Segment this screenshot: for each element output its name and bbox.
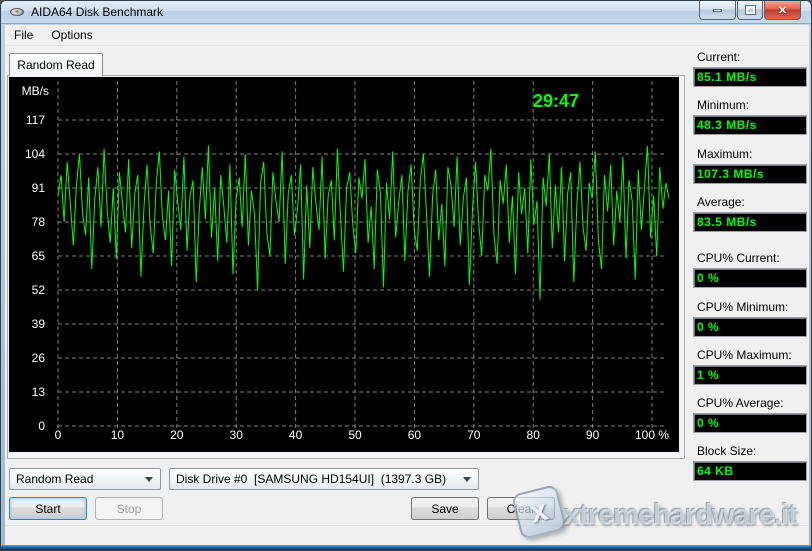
status-bar bbox=[5, 525, 809, 547]
stat-block-size-label: Block Size: bbox=[689, 444, 809, 460]
stat-cpu-maximum-value: 1 % bbox=[693, 365, 807, 385]
svg-text:117: 117 bbox=[26, 113, 45, 127]
svg-text:65: 65 bbox=[32, 249, 46, 263]
start-button[interactable]: Start bbox=[9, 497, 87, 520]
menu-options[interactable]: Options bbox=[42, 26, 101, 44]
stat-minimum-value: 48.3 MB/s bbox=[693, 115, 807, 135]
svg-text:70: 70 bbox=[467, 428, 481, 442]
window-title: AIDA64 Disk Benchmark bbox=[31, 5, 163, 19]
drive-select-value: Disk Drive #0 [SAMSUNG HD154UI] (1397.3 … bbox=[176, 472, 446, 486]
stat-current-label: Current: bbox=[689, 50, 809, 66]
title-bar[interactable]: AIDA64 Disk Benchmark ✕ bbox=[1, 1, 811, 24]
stat-cpu-minimum: CPU% Minimum: 0 % bbox=[689, 300, 809, 337]
stats-panel: Current: 85.1 MB/s Minimum: 48.3 MB/s Ma… bbox=[689, 46, 809, 506]
svg-text:104: 104 bbox=[25, 147, 45, 161]
menu-file[interactable]: File bbox=[5, 26, 42, 44]
minimize-button[interactable] bbox=[699, 1, 736, 20]
svg-text:20: 20 bbox=[170, 428, 184, 442]
close-icon: ✕ bbox=[778, 4, 787, 17]
disk-app-icon bbox=[9, 4, 25, 20]
svg-text:0: 0 bbox=[38, 419, 45, 433]
app-window: AIDA64 Disk Benchmark ✕ File Options Ran… bbox=[0, 0, 812, 551]
stat-current: Current: 85.1 MB/s bbox=[689, 50, 809, 87]
stat-cpu-minimum-label: CPU% Minimum: bbox=[689, 300, 809, 316]
stat-minimum: Minimum: 48.3 MB/s bbox=[689, 98, 809, 135]
svg-text:52: 52 bbox=[32, 283, 46, 297]
svg-text:80: 80 bbox=[527, 428, 541, 442]
window-bottom-border bbox=[1, 545, 811, 550]
stat-cpu-average-label: CPU% Average: bbox=[689, 396, 809, 412]
svg-text:78: 78 bbox=[32, 215, 46, 229]
stat-maximum-value: 107.3 MB/s bbox=[693, 164, 807, 184]
chart-canvas: MB/s 117 104 91 78 65 52 39 26 13 00 10 20 30 40 50 60 70… bbox=[9, 77, 679, 452]
stat-block-size: Block Size: 64 KB bbox=[689, 444, 809, 481]
benchmark-type-select[interactable]: Random Read bbox=[9, 468, 161, 490]
svg-text:90: 90 bbox=[586, 428, 600, 442]
stat-cpu-average-value: 0 % bbox=[693, 413, 807, 433]
menu-bar: File Options bbox=[5, 25, 809, 46]
svg-text:39: 39 bbox=[32, 317, 46, 331]
minimize-icon bbox=[713, 9, 722, 12]
drive-select[interactable]: Disk Drive #0 [SAMSUNG HD154UI] (1397.3 … bbox=[169, 468, 479, 490]
svg-text:40: 40 bbox=[289, 428, 303, 442]
stat-current-value: 85.1 MB/s bbox=[693, 67, 807, 87]
stat-cpu-minimum-value: 0 % bbox=[693, 317, 807, 337]
maximize-icon bbox=[746, 6, 755, 14]
stat-cpu-current: CPU% Current: 0 % bbox=[689, 251, 809, 288]
svg-text:50: 50 bbox=[348, 428, 362, 442]
clear-button[interactable]: Clear bbox=[487, 497, 555, 520]
svg-text:MB/s: MB/s bbox=[22, 84, 49, 98]
stat-block-size-value: 64 KB bbox=[693, 461, 807, 481]
chevron-down-icon bbox=[145, 477, 153, 482]
stop-button: Stop bbox=[95, 497, 163, 520]
stat-average-label: Average: bbox=[689, 195, 809, 211]
tab-random-read[interactable]: Random Read bbox=[9, 53, 103, 76]
benchmark-type-value: Random Read bbox=[16, 472, 93, 486]
stat-cpu-average: CPU% Average: 0 % bbox=[689, 396, 809, 433]
stat-maximum: Maximum: 107.3 MB/s bbox=[689, 147, 809, 184]
svg-text:26: 26 bbox=[32, 351, 46, 365]
close-button[interactable]: ✕ bbox=[764, 1, 801, 20]
client-area: Random Read MB/s 117 104 91 78 65 52 39 26 13 00 10… bbox=[5, 46, 809, 547]
svg-text:91: 91 bbox=[32, 181, 46, 195]
svg-text:0: 0 bbox=[55, 428, 62, 442]
stat-cpu-maximum-label: CPU% Maximum: bbox=[689, 348, 809, 364]
svg-text:13: 13 bbox=[32, 385, 46, 399]
stat-cpu-maximum: CPU% Maximum: 1 % bbox=[689, 348, 809, 385]
stat-cpu-current-label: CPU% Current: bbox=[689, 251, 809, 267]
stat-minimum-label: Minimum: bbox=[689, 98, 809, 114]
svg-text:100 %: 100 % bbox=[635, 428, 669, 442]
svg-text:30: 30 bbox=[230, 428, 244, 442]
stat-average: Average: 83.5 MB/s bbox=[689, 195, 809, 232]
stat-maximum-label: Maximum: bbox=[689, 147, 809, 163]
chevron-down-icon bbox=[463, 477, 471, 482]
stat-cpu-current-value: 0 % bbox=[693, 268, 807, 288]
maximize-button[interactable] bbox=[737, 1, 763, 20]
benchmark-chart: MB/s 117 104 91 78 65 52 39 26 13 00 10 20 30 40 50 60 70… bbox=[9, 77, 679, 452]
save-button[interactable]: Save bbox=[411, 497, 479, 520]
stat-average-value: 83.5 MB/s bbox=[693, 212, 807, 232]
svg-text:10: 10 bbox=[111, 428, 125, 442]
svg-text:60: 60 bbox=[408, 428, 422, 442]
svg-text:29:47: 29:47 bbox=[533, 91, 579, 111]
benchmark-tab-page: MB/s 117 104 91 78 65 52 39 26 13 00 10 20 30 40 50 60 70… bbox=[7, 75, 685, 459]
